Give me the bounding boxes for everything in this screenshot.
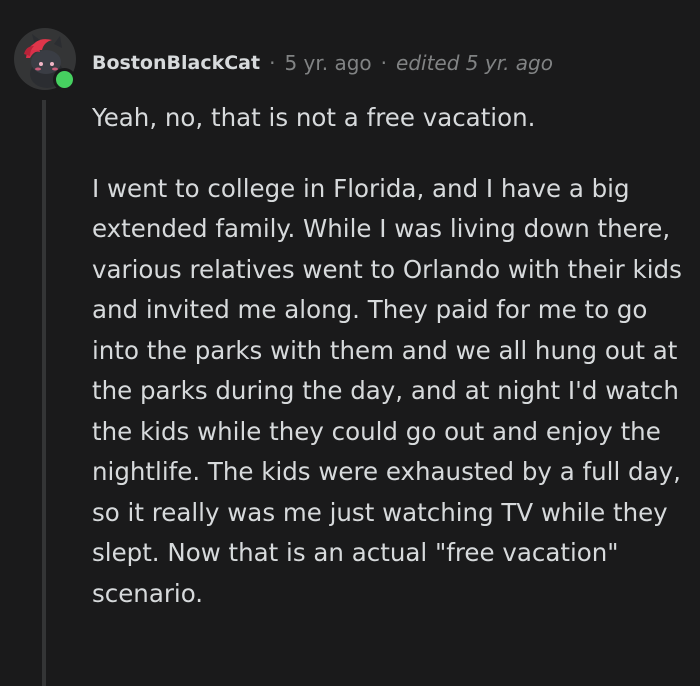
- meta-separator: ·: [269, 51, 276, 75]
- comment-body: Yeah, no, that is not a free vacation. I…: [92, 98, 692, 614]
- online-status-indicator: [53, 68, 76, 91]
- comment: BostonBlackCat · 5 yr. ago · edited 5 yr…: [0, 0, 700, 686]
- comment-paragraph: Yeah, no, that is not a free vacation.: [92, 103, 536, 132]
- comment-header: BostonBlackCat · 5 yr. ago · edited 5 yr…: [92, 46, 553, 80]
- comment-paragraph: I went to college in Florida, and I have…: [92, 173, 682, 608]
- edited-timestamp: edited 5 yr. ago: [396, 51, 553, 75]
- post-timestamp[interactable]: 5 yr. ago: [284, 51, 371, 75]
- username-link[interactable]: BostonBlackCat: [92, 52, 260, 74]
- thread-collapse-line[interactable]: [42, 100, 46, 686]
- meta-separator: ·: [380, 51, 388, 75]
